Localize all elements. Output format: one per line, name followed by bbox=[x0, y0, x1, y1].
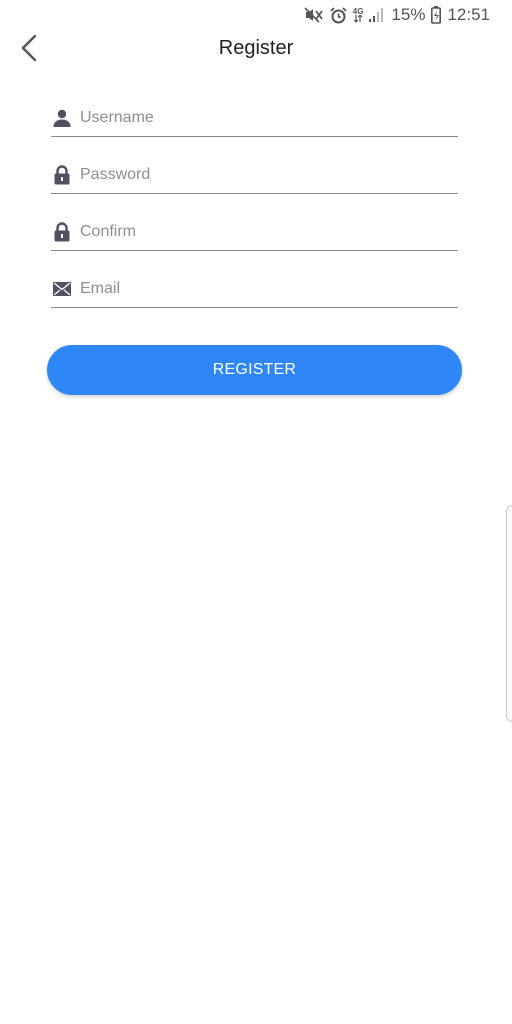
battery-percent: 15% bbox=[391, 5, 426, 24]
status-time: 12:51 bbox=[447, 5, 490, 24]
email-input[interactable] bbox=[80, 274, 440, 304]
status-icons: 4G 15% 12:51 bbox=[304, 4, 490, 26]
register-form bbox=[51, 100, 458, 328]
edge-panel-handle[interactable] bbox=[506, 505, 512, 722]
signal-icon bbox=[369, 7, 385, 23]
status-bar: 4G 15% 12:51 bbox=[0, 0, 512, 30]
lock-icon bbox=[52, 222, 72, 242]
register-button[interactable]: REGISTER bbox=[47, 345, 462, 395]
battery-icon bbox=[431, 6, 442, 24]
lock-icon bbox=[52, 165, 72, 185]
person-icon bbox=[52, 108, 72, 128]
email-field bbox=[51, 271, 458, 308]
envelope-icon bbox=[52, 279, 72, 299]
username-field bbox=[51, 100, 458, 137]
username-input[interactable] bbox=[80, 103, 440, 133]
network-4g-icon: 4G bbox=[353, 7, 363, 23]
password-input[interactable] bbox=[80, 160, 440, 190]
confirm-field bbox=[51, 214, 458, 251]
confirm-input[interactable] bbox=[80, 217, 440, 247]
alarm-icon bbox=[330, 6, 347, 24]
app-bar: Register bbox=[0, 30, 512, 70]
page-title: Register bbox=[218, 37, 294, 59]
password-field bbox=[51, 157, 458, 194]
mute-icon bbox=[304, 7, 324, 23]
